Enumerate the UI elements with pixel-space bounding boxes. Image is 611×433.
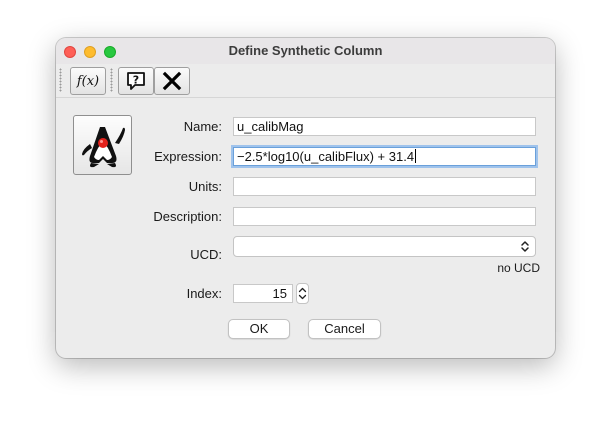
expression-text: −2.5*log10(u_calibFlux) + 31.4 xyxy=(237,149,415,164)
cancel-button[interactable]: Cancel xyxy=(308,319,381,339)
ucd-status-text: no UCD xyxy=(497,261,540,275)
units-label: Units: xyxy=(188,179,222,194)
ucd-label: UCD: xyxy=(190,247,222,262)
ok-button[interactable]: OK xyxy=(228,319,290,339)
svg-text:?: ? xyxy=(133,74,139,87)
help-button[interactable]: ? xyxy=(118,67,154,95)
close-icon xyxy=(162,71,182,91)
text-caret xyxy=(415,149,417,163)
expression-label: Expression: xyxy=(154,149,222,164)
define-synthetic-column-dialog: Define Synthetic Column f(x) ? Name: u_c… xyxy=(56,38,555,358)
toolbar-grip[interactable] xyxy=(59,68,62,92)
ucd-combobox[interactable] xyxy=(233,236,536,257)
function-button[interactable]: f(x) xyxy=(70,67,106,95)
java-duke-logo-button[interactable] xyxy=(73,115,132,175)
name-label: Name: xyxy=(183,119,222,134)
index-input[interactable]: 15 xyxy=(233,284,293,303)
units-input[interactable] xyxy=(233,177,536,196)
help-icon: ? xyxy=(127,72,145,90)
name-input[interactable]: u_calibMag xyxy=(233,117,536,136)
toolbar-separator-grip xyxy=(110,68,113,92)
chevron-up-down-icon xyxy=(521,241,529,252)
expression-input[interactable]: −2.5*log10(u_calibFlux) + 31.4 xyxy=(233,147,536,166)
window-title: Define Synthetic Column xyxy=(228,43,383,58)
stepper-arrows-icon xyxy=(298,287,307,300)
description-input[interactable] xyxy=(233,207,536,226)
close-tool-button[interactable] xyxy=(154,67,190,95)
function-icon: f(x) xyxy=(76,73,100,89)
toolbar: f(x) ? xyxy=(56,64,555,98)
index-label: Index: xyxy=(186,286,222,301)
description-label: Description: xyxy=(153,209,222,224)
index-stepper[interactable] xyxy=(296,283,309,304)
java-duke-icon xyxy=(82,127,125,168)
title-bar: Define Synthetic Column xyxy=(56,38,555,64)
